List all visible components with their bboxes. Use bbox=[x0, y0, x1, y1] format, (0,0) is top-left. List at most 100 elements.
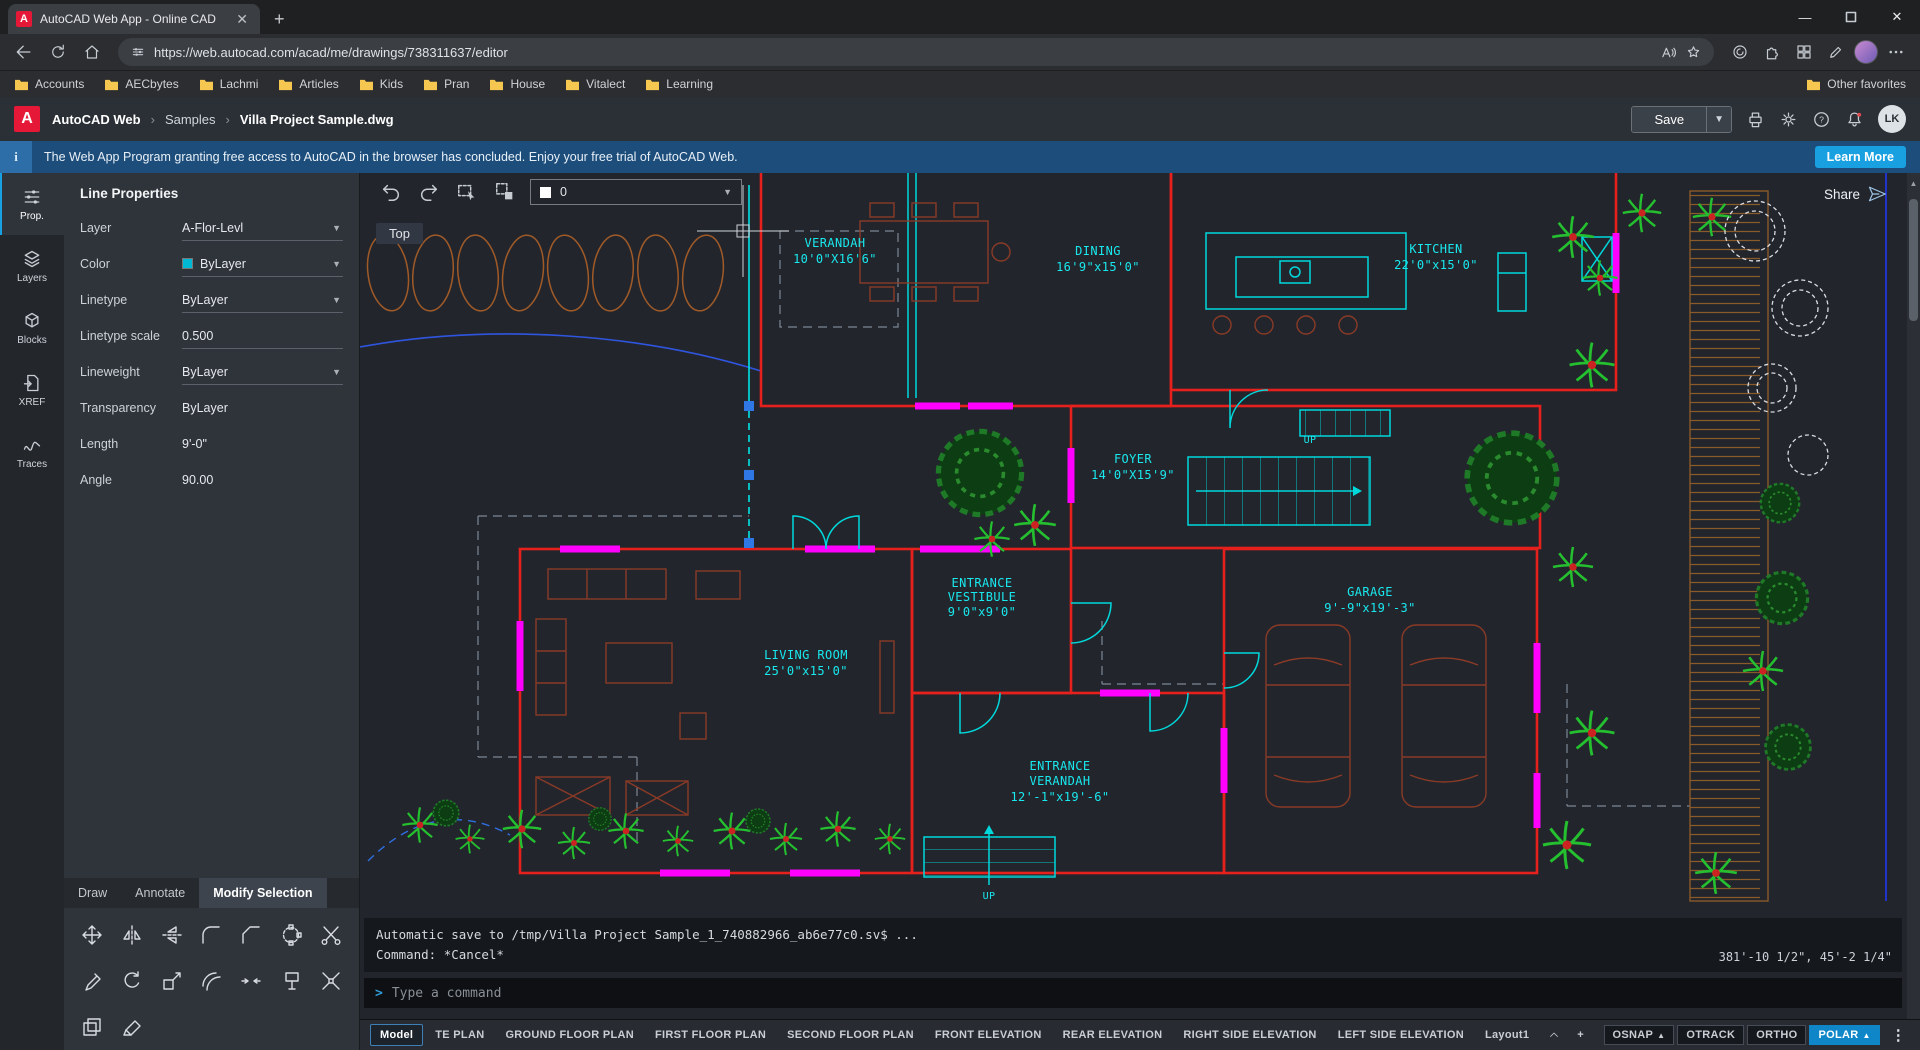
bookmark-house[interactable]: House bbox=[489, 77, 545, 91]
hedge-strip[interactable] bbox=[1690, 191, 1768, 901]
mirror-tool-icon[interactable] bbox=[117, 920, 147, 950]
collections-icon[interactable] bbox=[1790, 38, 1818, 66]
user-avatar[interactable]: LK bbox=[1878, 105, 1906, 133]
fillet-tool-icon[interactable] bbox=[196, 920, 226, 950]
layout-tab-right-side-elevation[interactable]: RIGHT SIDE ELEVATION bbox=[1174, 1025, 1325, 1045]
save-options-caret[interactable]: ▼ bbox=[1706, 107, 1731, 132]
redo-icon[interactable] bbox=[416, 179, 442, 205]
polar-toggle[interactable]: POLAR ▲ bbox=[1809, 1025, 1879, 1045]
tab-annotate[interactable]: Annotate bbox=[121, 878, 199, 908]
window-close-button[interactable]: ✕ bbox=[1874, 0, 1920, 34]
read-aloud-icon[interactable] bbox=[1660, 44, 1677, 61]
layout-tab-layout1[interactable]: Layout1 bbox=[1476, 1025, 1538, 1045]
ortho-toggle[interactable]: ORTHO bbox=[1747, 1025, 1806, 1045]
address-bar[interactable] bbox=[118, 38, 1714, 66]
layout-tabs-expand-icon[interactable] bbox=[1541, 1029, 1567, 1041]
trim-tool-icon[interactable] bbox=[316, 920, 346, 950]
window-maximize-button[interactable] bbox=[1828, 0, 1874, 34]
garden-ellipses[interactable] bbox=[363, 233, 728, 314]
bookmark-vitalect[interactable]: Vitalect bbox=[565, 77, 625, 91]
browser-tab[interactable]: A AutoCAD Web App - Online CAD ✕ bbox=[8, 4, 260, 34]
grip-endpoint[interactable] bbox=[744, 401, 754, 411]
bookmark-accounts[interactable]: Accounts bbox=[14, 77, 84, 91]
autocad-logo[interactable]: A bbox=[14, 106, 40, 132]
bookmark-kids[interactable]: Kids bbox=[359, 77, 403, 91]
print-icon[interactable] bbox=[1746, 110, 1765, 129]
grip-midpoint[interactable] bbox=[744, 470, 754, 480]
command-input[interactable] bbox=[392, 986, 1891, 1001]
save-button[interactable]: Save bbox=[1632, 107, 1706, 132]
home-icon[interactable] bbox=[78, 38, 106, 66]
help-icon[interactable]: ? bbox=[1812, 110, 1831, 129]
current-layer-dropdown[interactable]: 0 ▼ bbox=[530, 179, 742, 205]
url-input[interactable] bbox=[154, 45, 1652, 60]
canvas-scrollbar[interactable]: ▲ bbox=[1907, 173, 1920, 1019]
sidebar-item-layers[interactable]: Layers bbox=[0, 235, 64, 297]
bookmark-lachmi[interactable]: Lachmi bbox=[199, 77, 259, 91]
select-window-icon[interactable] bbox=[454, 179, 480, 205]
back-icon[interactable] bbox=[10, 38, 38, 66]
otrack-toggle[interactable]: OTRACK bbox=[1677, 1025, 1744, 1045]
sidebar-item-traces[interactable]: Traces bbox=[0, 421, 64, 483]
linetype-dropdown[interactable]: ByLayer ▼ bbox=[182, 287, 343, 313]
command-input-row[interactable]: > bbox=[364, 978, 1902, 1008]
chamfer-tool-icon[interactable] bbox=[236, 920, 266, 950]
edit-icon[interactable] bbox=[1822, 38, 1850, 66]
flip-tool-icon[interactable] bbox=[157, 920, 187, 950]
new-tab-button[interactable]: + bbox=[260, 4, 299, 34]
scrollbar-thumb[interactable] bbox=[1909, 199, 1918, 321]
status-bar-menu-icon[interactable]: ⋮ bbox=[1883, 1026, 1910, 1044]
layout-tab-site-plan[interactable]: TE PLAN bbox=[426, 1025, 493, 1045]
setback-lines[interactable] bbox=[478, 231, 1690, 841]
refresh-icon[interactable] bbox=[44, 38, 72, 66]
bookmark-pran[interactable]: Pran bbox=[423, 77, 469, 91]
copilot-icon[interactable] bbox=[1726, 38, 1754, 66]
sidebar-item-xref[interactable]: XREF bbox=[0, 359, 64, 421]
site-permissions-icon[interactable] bbox=[130, 44, 146, 60]
layout-tab-left-side-elevation[interactable]: LEFT SIDE ELEVATION bbox=[1329, 1025, 1473, 1045]
learn-more-button[interactable]: Learn More bbox=[1815, 146, 1906, 168]
scrollbar-up-arrow[interactable]: ▲ bbox=[1907, 179, 1920, 188]
tab-close-icon[interactable]: ✕ bbox=[232, 11, 252, 28]
explode-tool-icon[interactable] bbox=[316, 966, 346, 996]
move-tool-icon[interactable] bbox=[77, 920, 107, 950]
rotate-tool-icon[interactable] bbox=[117, 966, 147, 996]
undo-icon[interactable] bbox=[378, 179, 404, 205]
notifications-bell-icon[interactable] bbox=[1845, 110, 1864, 129]
bookmark-learning[interactable]: Learning bbox=[645, 77, 713, 91]
bookmark-aecbytes[interactable]: AECbytes bbox=[104, 77, 178, 91]
match-properties-tool-icon[interactable] bbox=[77, 966, 107, 996]
favorite-star-icon[interactable] bbox=[1685, 44, 1702, 61]
window-minimize-button[interactable]: — bbox=[1782, 0, 1828, 34]
select-objects-icon[interactable] bbox=[492, 179, 518, 205]
sidebar-item-properties[interactable]: Prop. bbox=[0, 173, 64, 235]
layout-tab-second-floor-plan[interactable]: SECOND FLOOR PLAN bbox=[778, 1025, 923, 1045]
linetype-scale-input[interactable]: 0.500 bbox=[182, 323, 343, 349]
layout-tab-model[interactable]: Model bbox=[370, 1024, 423, 1046]
tab-draw[interactable]: Draw bbox=[64, 878, 121, 908]
join-tool-icon[interactable] bbox=[236, 966, 266, 996]
extensions-icon[interactable] bbox=[1758, 38, 1786, 66]
browser-menu-icon[interactable] bbox=[1882, 38, 1910, 66]
sidebar-item-blocks[interactable]: Blocks bbox=[0, 297, 64, 359]
osnap-toggle[interactable]: OSNAP ▲ bbox=[1604, 1025, 1675, 1045]
other-favorites[interactable]: Other favorites bbox=[1806, 77, 1906, 91]
view-top-button[interactable]: Top bbox=[376, 223, 423, 244]
copy-base-tool-icon[interactable] bbox=[276, 966, 306, 996]
bookmark-articles[interactable]: Articles bbox=[278, 77, 338, 91]
add-layout-button[interactable]: + bbox=[1570, 1029, 1591, 1041]
settings-gear-icon[interactable] bbox=[1779, 110, 1798, 129]
tab-modify-selection[interactable]: Modify Selection bbox=[199, 878, 326, 908]
layout-tab-rear-elevation[interactable]: REAR ELEVATION bbox=[1054, 1025, 1172, 1045]
browser-profile-avatar[interactable] bbox=[1854, 40, 1878, 64]
layout-tab-ground-floor-plan[interactable]: GROUND FLOOR PLAN bbox=[496, 1025, 643, 1045]
lineweight-dropdown[interactable]: ByLayer ▼ bbox=[182, 359, 343, 385]
scale-tool-icon[interactable] bbox=[157, 966, 187, 996]
copy-tool-icon[interactable] bbox=[77, 1012, 107, 1042]
share-button[interactable]: Share bbox=[1824, 185, 1886, 203]
drawing-canvas-area[interactable]: VERANDAH 10'0"X16'6" DINING 16'9"x15'0" … bbox=[360, 173, 1920, 1050]
fixtures[interactable] bbox=[793, 173, 1612, 885]
grip-endpoint[interactable] bbox=[744, 538, 754, 548]
breadcrumb-section[interactable]: Samples bbox=[165, 112, 216, 127]
breadcrumb-app[interactable]: AutoCAD Web bbox=[52, 112, 141, 127]
